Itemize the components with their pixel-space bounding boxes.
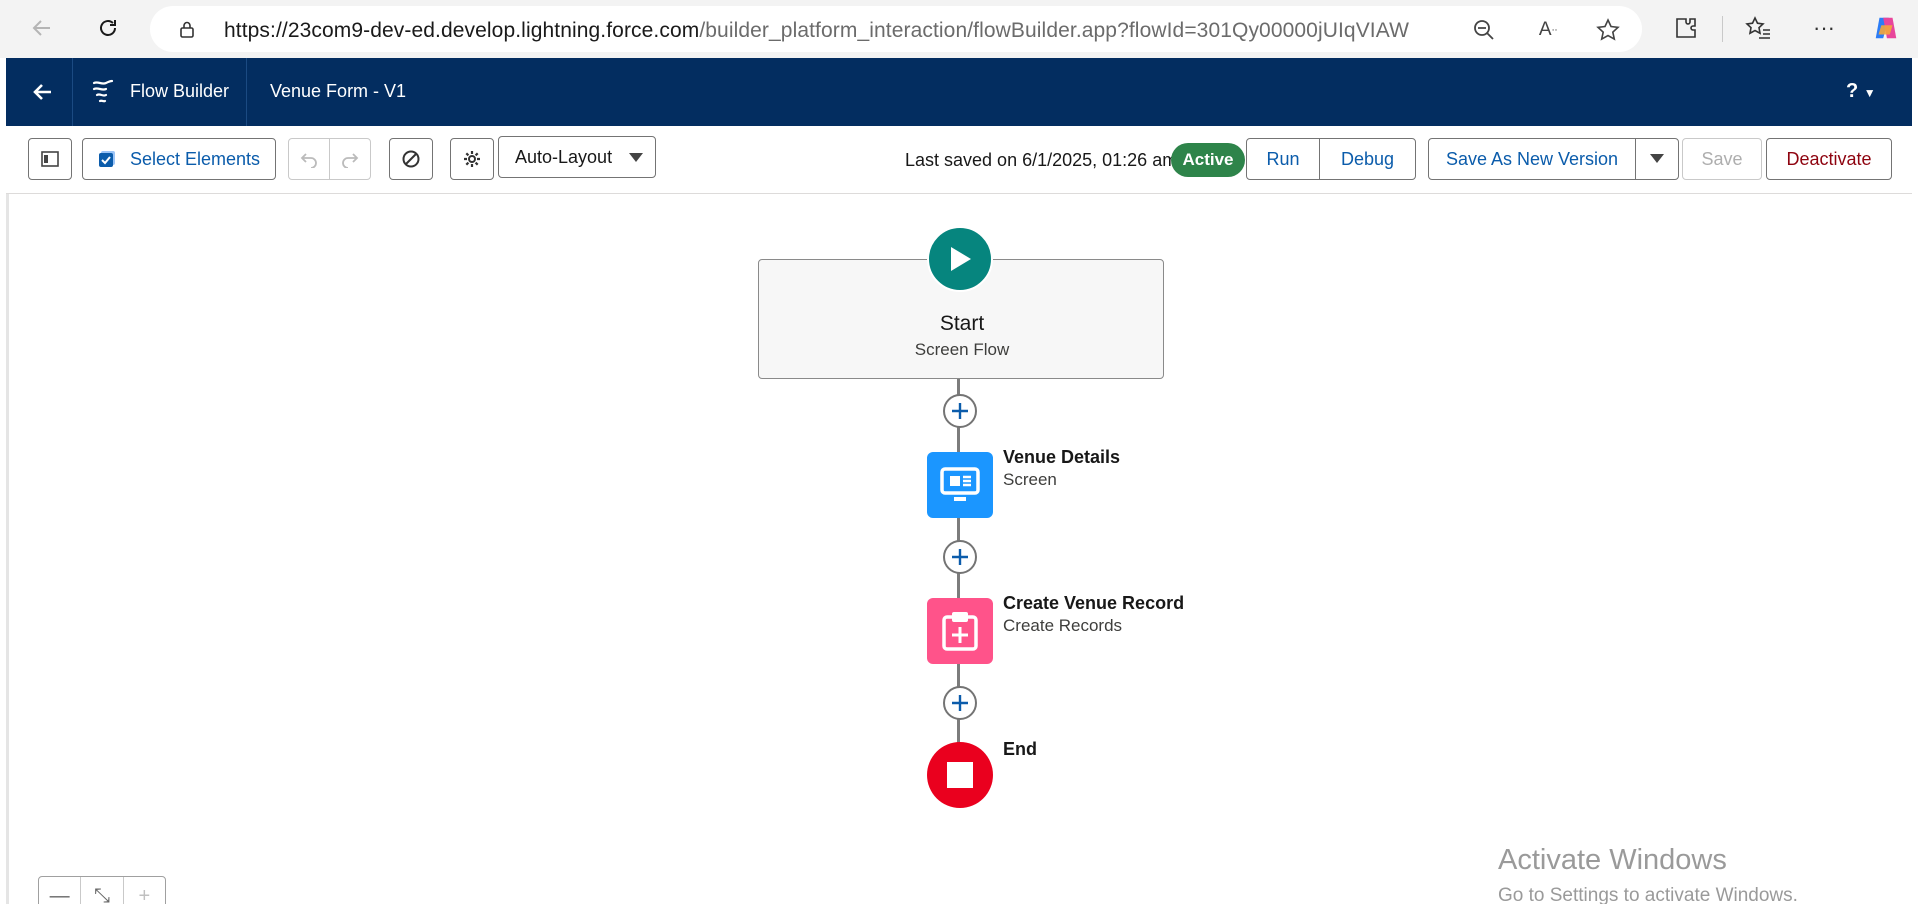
header-divider <box>246 58 247 126</box>
plus-icon <box>952 695 968 711</box>
zoom-in-button[interactable]: + <box>124 877 165 904</box>
add-element-button[interactable] <box>943 540 977 574</box>
browser-toolbar: https://23com9-dev-ed.develop.lightning.… <box>0 0 1918 58</box>
url-path: /builder_platform_interaction/flowBuilde… <box>699 19 1409 42</box>
node-title[interactable]: Venue Details <box>1003 447 1120 468</box>
fit-to-view-button[interactable]: ⤡ <box>81 877 124 904</box>
more-icon[interactable]: ··· <box>1810 14 1838 42</box>
help-icon: ? <box>1846 80 1859 102</box>
end-icon[interactable] <box>927 742 993 808</box>
chevron-down-icon: ▼ <box>1863 86 1876 100</box>
copilot-icon[interactable] <box>1872 14 1900 42</box>
end-title: End <box>1003 739 1037 759</box>
lock-icon[interactable] <box>178 20 196 38</box>
app-header: Flow Builder Venue Form - V1 ? ▼ <box>6 58 1912 126</box>
flow-name: Venue Form - V1 <box>270 81 407 101</box>
app-name: Flow Builder <box>130 81 230 101</box>
undo-icon <box>300 153 317 168</box>
add-element-button[interactable] <box>943 394 977 428</box>
save-as-new-version-button[interactable]: Save As New Version <box>1428 138 1636 180</box>
start-subtitle: Screen Flow <box>914 340 1010 359</box>
status-badge: Active <box>1171 143 1245 177</box>
ban-icon <box>402 150 420 168</box>
flow-toolbar: Select Elements Auto-Layout Last saved o… <box>6 126 1912 194</box>
layout-select[interactable]: Auto-Layout <box>498 136 656 178</box>
node-subtitle: Create Records <box>1003 616 1123 635</box>
run-button[interactable]: Run <box>1246 138 1320 180</box>
deactivate-button[interactable]: Deactivate <box>1766 138 1892 180</box>
zoom-controls: — ⤡ + <box>38 876 166 904</box>
refresh-icon[interactable] <box>90 10 126 46</box>
chevron-down-icon <box>1650 154 1664 163</box>
node-title[interactable]: Create Venue Record <box>1003 593 1184 614</box>
settings-button[interactable] <box>450 138 494 180</box>
read-aloud-icon[interactable]: A ᐧᐧ <box>1536 18 1560 42</box>
last-saved-text: Last saved on 6/1/2025, 01:26 am <box>905 150 1178 170</box>
zoom-out-icon[interactable] <box>1472 18 1496 42</box>
add-element-button[interactable] <box>943 686 977 720</box>
help-menu-button[interactable]: ? ▼ <box>1846 80 1876 103</box>
redo-icon <box>342 153 359 168</box>
panel-icon <box>41 151 59 167</box>
save-options-button[interactable] <box>1635 138 1679 180</box>
zoom-out-button[interactable]: — <box>39 877 82 904</box>
favorite-star-icon[interactable] <box>1596 18 1620 42</box>
create-records-icon[interactable] <box>927 598 993 664</box>
redo-button[interactable] <box>329 138 371 180</box>
windows-activation-watermark: Activate Windows Go to Settings to activ… <box>1498 844 1798 904</box>
start-icon[interactable] <box>927 226 993 292</box>
header-divider <box>72 58 73 126</box>
screen-icon[interactable] <box>927 452 993 518</box>
back-icon[interactable] <box>24 10 60 46</box>
checkbox-icon <box>98 151 115 167</box>
plus-icon <box>952 403 968 419</box>
undo-button[interactable] <box>288 138 330 180</box>
plus-icon <box>952 549 968 565</box>
back-arrow-icon[interactable] <box>24 74 60 110</box>
debug-button[interactable]: Debug <box>1319 138 1416 180</box>
toolbar-divider <box>1722 16 1723 42</box>
toggle-panel-button[interactable] <box>28 138 72 180</box>
layout-select-label: Auto-Layout <box>515 146 613 167</box>
start-title: Start <box>939 312 985 335</box>
chevron-down-icon <box>629 153 643 162</box>
favorites-list-icon[interactable] <box>1744 14 1772 42</box>
extensions-icon[interactable] <box>1672 14 1700 42</box>
watermark-line-1: Activate Windows <box>1498 844 1727 876</box>
watermark-line-2: Go to Settings to activate Windows. <box>1498 885 1798 904</box>
address-bar[interactable]: https://23com9-dev-ed.develop.lightning.… <box>150 6 1642 52</box>
select-elements-button[interactable]: Select Elements <box>82 138 276 180</box>
select-elements-label: Select Elements <box>129 148 261 169</box>
flow-builder-logo-icon <box>92 79 114 103</box>
gear-icon <box>464 151 480 167</box>
url-host: https://23com9-dev-ed.develop.lightning.… <box>224 19 700 42</box>
node-subtitle: Screen <box>1003 470 1057 489</box>
url-text[interactable]: https://23com9-dev-ed.develop.lightning.… <box>224 19 1409 43</box>
save-button[interactable]: Save <box>1682 138 1762 180</box>
errors-button[interactable] <box>389 138 433 180</box>
